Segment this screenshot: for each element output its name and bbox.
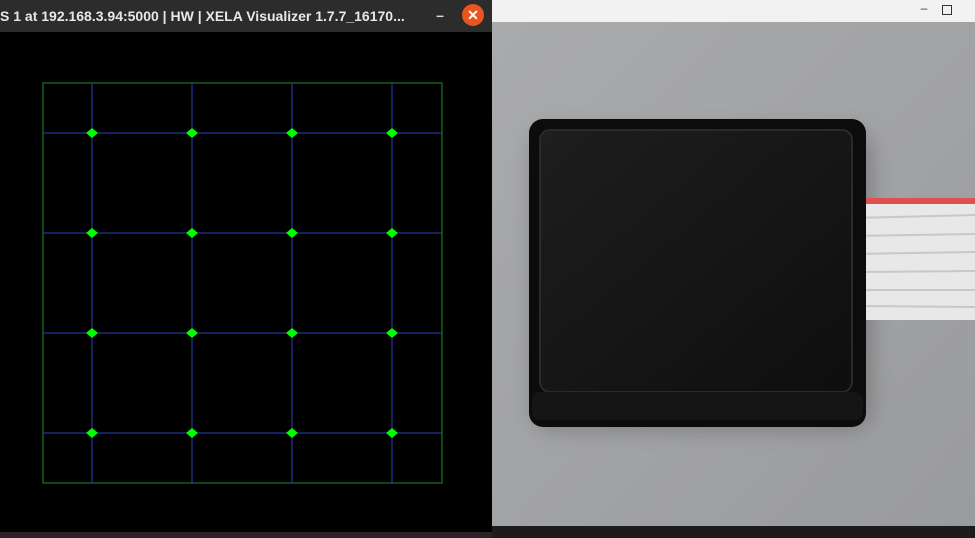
taxel-marker <box>286 428 298 438</box>
bottom-strip <box>0 532 492 538</box>
taxel-markers <box>86 128 398 438</box>
sensor-grid-canvas <box>42 82 443 484</box>
xela-visualizer-window: S 1 at 192.168.3.94:5000 | HW | XELA Vis… <box>0 0 492 538</box>
taxel-marker <box>286 328 298 338</box>
taxel-marker <box>186 328 198 338</box>
taxel-marker <box>186 428 198 438</box>
taxel-marker <box>86 328 98 338</box>
minimize-button[interactable]: – <box>917 1 931 15</box>
close-button[interactable]: ✕ <box>462 4 484 26</box>
taxel-marker <box>186 228 198 238</box>
camera-titlebar[interactable]: – <box>492 0 975 22</box>
taxel-marker <box>86 228 98 238</box>
taxel-marker <box>386 428 398 438</box>
taxel-marker <box>386 128 398 138</box>
sensor-photo <box>492 22 975 526</box>
taxel-marker <box>86 128 98 138</box>
taxel-marker <box>286 228 298 238</box>
grid-border <box>42 82 443 484</box>
bottom-strip <box>492 526 975 538</box>
sensor-pad-face <box>539 129 853 393</box>
ribbon-cable <box>851 198 975 320</box>
taxel-marker <box>386 228 398 238</box>
window-title: S 1 at 192.168.3.94:5000 | HW | XELA Vis… <box>0 8 405 24</box>
taxel-marker <box>286 128 298 138</box>
camera-window: – <box>492 0 975 538</box>
minimize-button[interactable]: – <box>432 5 448 25</box>
taxel-marker <box>86 428 98 438</box>
taxel-marker <box>186 128 198 138</box>
titlebar[interactable]: S 1 at 192.168.3.94:5000 | HW | XELA Vis… <box>0 0 492 32</box>
taxel-marker <box>386 328 398 338</box>
maximize-button[interactable] <box>942 5 952 15</box>
sensor-pad-lip <box>532 392 863 420</box>
